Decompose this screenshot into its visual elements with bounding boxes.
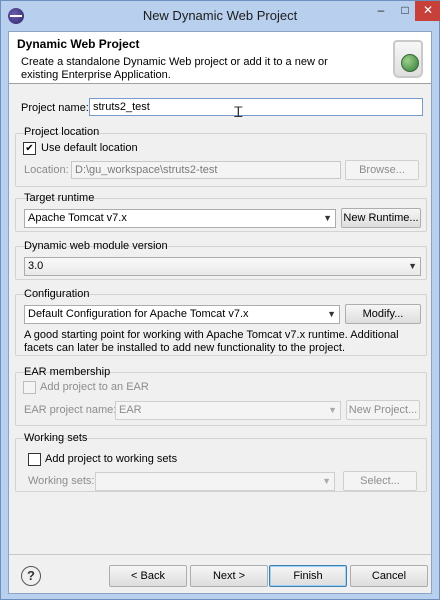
maximize-button[interactable]: □ <box>393 1 417 21</box>
minimize-button[interactable]: ‒ <box>369 1 393 21</box>
working-sets-select[interactable]: ▼ <box>95 472 335 491</box>
location-input[interactable]: D:\gu_workspace\struts2-test <box>71 161 341 179</box>
chevron-down-icon: ▼ <box>408 261 417 271</box>
footer-separator <box>9 554 431 555</box>
cancel-button[interactable]: Cancel <box>350 565 428 587</box>
back-button[interactable]: < Back <box>109 565 187 587</box>
dialog-window: New Dynamic Web Project ‒ □ ✕ Dynamic We… <box>0 0 440 600</box>
target-runtime-label: Target runtime <box>24 192 95 204</box>
ear-project-name-label: EAR project name: <box>24 404 117 416</box>
module-version-label: Dynamic web module version <box>24 240 168 252</box>
browse-button[interactable]: Browse... <box>345 160 419 180</box>
ear-project-name-select[interactable]: EAR ▼ <box>115 401 341 420</box>
modify-button[interactable]: Modify... <box>345 304 421 324</box>
location-label: Location: <box>24 164 69 176</box>
globe-shape <box>401 54 419 72</box>
chevron-down-icon: ▼ <box>323 213 332 223</box>
finish-button[interactable]: Finish <box>269 565 347 587</box>
title-bar[interactable]: New Dynamic Web Project ‒ □ ✕ <box>1 1 440 31</box>
configuration-select[interactable]: Default Configuration for Apache Tomcat … <box>24 305 340 324</box>
add-to-working-sets-checkbox[interactable] <box>28 453 41 466</box>
close-button[interactable]: ✕ <box>415 1 440 21</box>
configuration-description: A good starting point for working with A… <box>24 329 399 354</box>
text-cursor-icon: Ꮖ <box>234 104 244 120</box>
chevron-down-icon: ▼ <box>322 476 331 486</box>
ear-membership-label: EAR membership <box>24 366 111 378</box>
target-runtime-value: Apache Tomcat v7.x <box>28 212 127 224</box>
wizard-description: Create a standalone Dynamic Web project … <box>21 56 328 81</box>
wizard-title: Dynamic Web Project <box>17 37 140 51</box>
project-name-label: Project name: <box>21 102 89 114</box>
project-location-label: Project location <box>24 126 100 138</box>
help-icon[interactable]: ? <box>21 566 41 586</box>
new-runtime-button[interactable]: New Runtime... <box>341 208 421 228</box>
configuration-label: Configuration <box>24 288 90 300</box>
wizard-header: Dynamic Web Project Create a standalone … <box>9 32 431 84</box>
configuration-value: Default Configuration for Apache Tomcat … <box>28 308 249 320</box>
use-default-location-label: Use default location <box>41 142 138 154</box>
module-version-select[interactable]: 3.0 ▼ <box>24 257 421 276</box>
add-to-working-sets-label: Add project to working sets <box>45 453 178 465</box>
module-version-value: 3.0 <box>28 260 44 272</box>
new-ear-project-button[interactable]: New Project... <box>346 400 420 420</box>
dialog-client: Dynamic Web Project Create a standalone … <box>8 31 432 594</box>
working-sets-field-label: Working sets: <box>28 475 95 487</box>
ear-project-name-value: EAR <box>119 404 142 416</box>
next-button[interactable]: Next > <box>190 565 268 587</box>
chevron-down-icon: ▼ <box>328 405 337 415</box>
select-working-sets-button[interactable]: Select... <box>343 471 417 491</box>
chevron-down-icon: ▼ <box>327 309 336 319</box>
add-to-ear-checkbox[interactable] <box>23 381 36 394</box>
project-name-input[interactable]: struts2_test <box>89 98 423 116</box>
use-default-location-checkbox[interactable]: ✔ <box>23 142 36 155</box>
working-sets-label: Working sets <box>24 432 88 444</box>
add-to-ear-label: Add project to an EAR <box>40 381 149 393</box>
target-runtime-select[interactable]: Apache Tomcat v7.x ▼ <box>24 209 336 228</box>
web-project-jar-icon <box>389 34 427 82</box>
